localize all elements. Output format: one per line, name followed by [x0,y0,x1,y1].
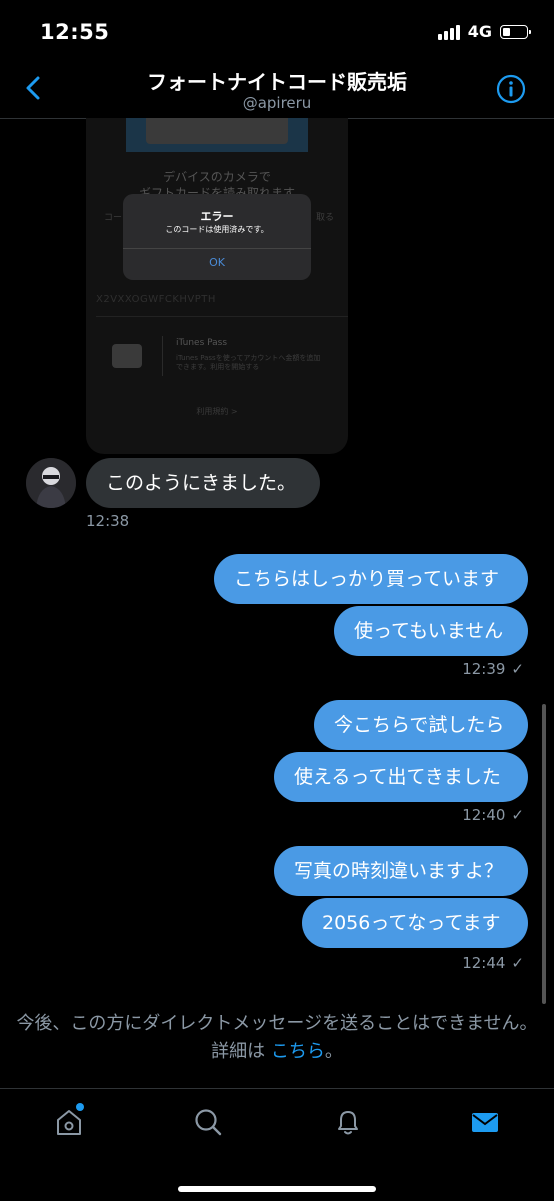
details-link[interactable]: こちら [271,1041,325,1062]
sent-check-icon: ✓ [511,806,524,824]
message-bubble-received[interactable]: このようにきました。 [86,458,320,508]
terms-link: 利用規約 > [196,407,238,416]
avatar-icon [26,458,76,508]
search-icon[interactable] [193,1107,223,1137]
conversation-header: フォートナイトコード販売垢 @apireru [0,60,554,119]
notifications-icon[interactable] [333,1107,363,1137]
message-timestamp: 12:38 [86,512,130,530]
message-bubble-sent[interactable]: 使ってもいません [334,606,528,656]
status-bar: 12:55 4G [0,0,554,60]
divider [96,316,348,317]
pass-title: iTunes Pass [176,338,228,348]
signal-icon [437,24,460,40]
info-icon[interactable] [496,74,526,104]
home-icon[interactable] [54,1107,84,1137]
side-text-left: コー [104,213,123,223]
battery-icon [500,24,531,39]
scrollbar[interactable] [542,704,546,1004]
attached-image[interactable]: デバイスのカメラで ギフトカードを読み取れます コー 取る エラー このコードは… [86,118,348,454]
gift-card-image [126,118,308,152]
network-type: 4G [467,22,492,41]
timestamp-text: 12:44 [462,954,506,972]
message-bubble-sent[interactable]: 使えるって出てきました [274,752,528,802]
notification-dot [76,1103,84,1111]
message-timestamp: 12:40 ✓ [462,806,524,824]
message-timestamp: 12:44 ✓ [462,954,524,972]
message-bubble-sent[interactable]: 2056ってなってます [302,898,528,948]
wallet-icon [112,344,142,368]
avatar[interactable] [26,458,76,508]
camera-text-1: デバイスのカメラで [163,170,271,184]
notice-end: 。 [324,1041,343,1062]
message-bubble-sent[interactable]: 写真の時刻違いますよ？ [274,846,528,896]
sent-check-icon: ✓ [511,954,524,972]
alert-divider [123,248,311,249]
conversation-handle[interactable]: @apireru [0,94,554,112]
error-alert: エラー このコードは使用済みです。 OK [123,194,311,280]
timestamp-text: 12:40 [462,806,506,824]
status-indicators: 4G [437,22,531,41]
alert-message: このコードは使用済みです。 [165,225,269,234]
timestamp-text: 12:39 [462,660,506,678]
divider [162,336,163,376]
conversation-title[interactable]: フォートナイトコード販売垢 [0,66,554,95]
pass-description: iTunes Passを使ってアカウントへ金額を追加できます。利用を開始する [176,354,321,371]
alert-ok-button: OK [209,256,225,269]
message-bubble-sent[interactable]: 今こちらで試したら [314,700,528,750]
side-text-right: 取る [315,213,334,223]
bottom-tab-bar [0,1088,554,1201]
alert-title: エラー [200,210,234,223]
dm-unavailable-notice: 今後、この方にダイレクトメッセージを送ることはできません。詳細は こちら。 [14,1010,540,1066]
home-indicator [178,1186,376,1192]
status-time: 12:55 [40,20,110,44]
gift-code-text: X2VXXOGWFCKHVPTH [96,294,216,305]
messages-icon[interactable] [470,1107,500,1137]
message-timestamp: 12:39 ✓ [462,660,524,678]
message-bubble-sent[interactable]: こちらはしっかり買っています [214,554,528,604]
sent-check-icon: ✓ [511,660,524,678]
